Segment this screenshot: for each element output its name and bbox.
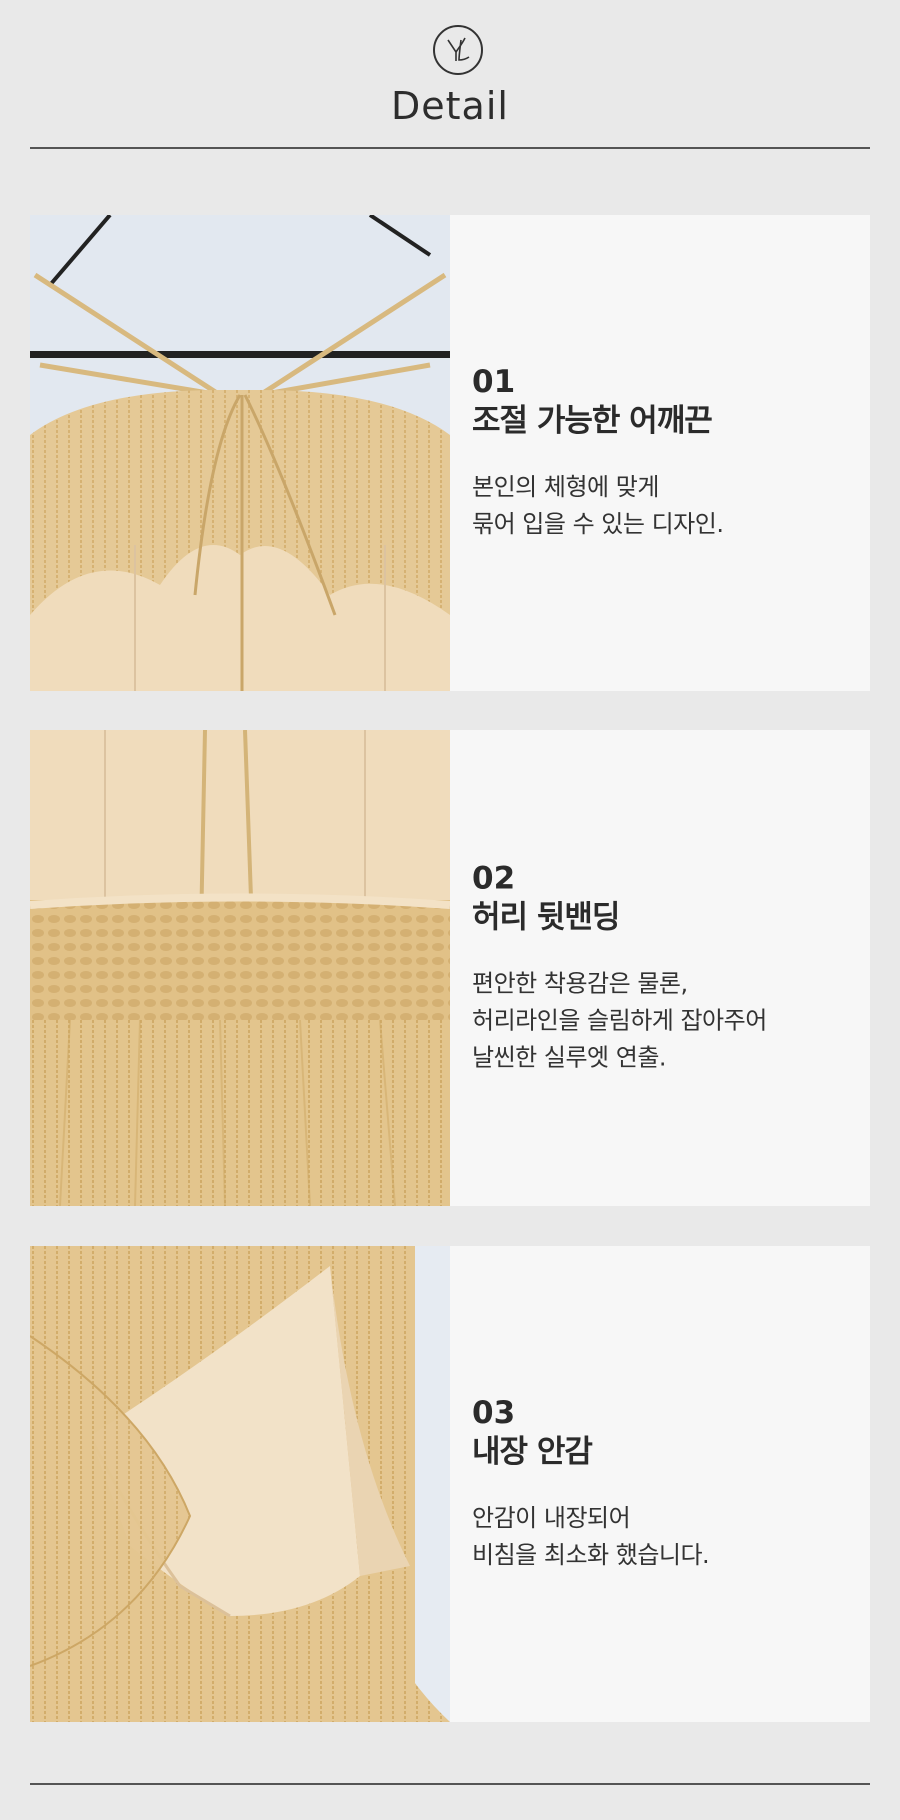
detail-description: 안감이 내장되어 비침을 최소화 했습니다. (472, 1500, 850, 1574)
detail-text-panel: 01 조절 가능한 어깨끈 본인의 체형에 맞게 묶어 입을 수 있는 디자인. (450, 215, 870, 691)
bottom-divider (30, 1783, 870, 1785)
detail-section-waist-band: 02 허리 뒷밴딩 편안한 착용감은 물론, 허리라인을 슬림하게 잡아주어 날… (30, 730, 870, 1206)
detail-header: Detail (0, 0, 900, 150)
shoulder-strap-detail-photo (30, 215, 450, 691)
lining-detail-photo (30, 1246, 450, 1722)
description-line: 편안한 착용감은 물론, (472, 969, 688, 998)
detail-text-panel: 02 허리 뒷밴딩 편안한 착용감은 물론, 허리라인을 슬림하게 잡아주어 날… (450, 730, 870, 1206)
detail-text-panel: 03 내장 안감 안감이 내장되어 비침을 최소화 했습니다. (450, 1246, 870, 1722)
description-line: 안감이 내장되어 (472, 1504, 631, 1532)
description-line: 허리라인을 슬림하게 잡아주어 (472, 1006, 767, 1035)
detail-title: 허리 뒷밴딩 (472, 899, 620, 936)
detail-number: 03 (472, 1395, 516, 1431)
detail-description: 본인의 체형에 맞게 묶어 입을 수 있는 디자인. (472, 469, 850, 543)
detail-number: 01 (472, 364, 516, 400)
description-line: 날씬한 실루엣 연출. (472, 1043, 667, 1072)
detail-number: 02 (472, 860, 516, 897)
description-line: 본인의 체형에 맞게 (472, 473, 659, 501)
detail-title: 조절 가능한 어깨끈 (472, 403, 713, 439)
top-divider (30, 147, 870, 149)
detail-section-shoulder-strap: 01 조절 가능한 어깨끈 본인의 체형에 맞게 묶어 입을 수 있는 디자인. (30, 215, 870, 691)
description-line: 묶어 입을 수 있는 디자인. (472, 510, 724, 538)
detail-section-lining: 03 내장 안감 안감이 내장되어 비침을 최소화 했습니다. (30, 1246, 870, 1722)
description-line: 비침을 최소화 했습니다. (472, 1541, 710, 1569)
detail-title: 내장 안감 (472, 1434, 593, 1470)
yl-monogram-logo-icon (433, 25, 483, 75)
page-title: Detail (391, 84, 509, 128)
detail-description: 편안한 착용감은 물론, 허리라인을 슬림하게 잡아주어 날씬한 실루엣 연출. (472, 966, 850, 1077)
waist-band-detail-photo (30, 730, 450, 1206)
